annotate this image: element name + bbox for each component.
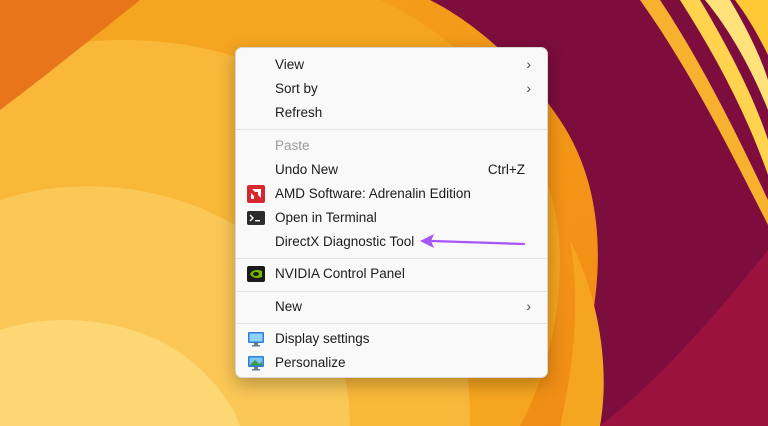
menu-separator xyxy=(236,129,547,130)
menu-item-label: DirectX Diagnostic Tool xyxy=(275,234,415,249)
menu-item-label: Open in Terminal xyxy=(275,210,377,225)
menu-separator xyxy=(236,258,547,259)
nvidia-logo-icon xyxy=(247,266,265,282)
personalize-icon xyxy=(248,356,264,371)
menu-item-undo-new[interactable]: Undo New Ctrl+Z xyxy=(240,158,543,182)
menu-item-label: Personalize xyxy=(275,355,346,370)
menu-separator xyxy=(236,323,547,324)
monitor-icon xyxy=(248,332,264,347)
menu-item-refresh[interactable]: Refresh xyxy=(240,101,543,125)
menu-item-amd-software[interactable]: AMD Software: Adrenalin Edition xyxy=(240,182,543,206)
menu-item-nvidia-control-panel[interactable]: NVIDIA Control Panel xyxy=(240,262,543,286)
menu-separator xyxy=(236,291,547,292)
menu-item-label: NVIDIA Control Panel xyxy=(275,266,405,281)
menu-item-label: Undo New xyxy=(275,162,339,177)
shortcut-text: Ctrl+Z xyxy=(487,162,525,177)
chevron-right-icon: › xyxy=(526,80,531,96)
menu-item-label: Refresh xyxy=(275,105,323,120)
menu-item-new[interactable]: New › xyxy=(240,295,543,319)
menu-item-sort-by[interactable]: Sort by › xyxy=(240,77,543,101)
menu-item-label: AMD Software: Adrenalin Edition xyxy=(275,186,471,201)
terminal-icon xyxy=(247,211,265,225)
chevron-right-icon: › xyxy=(526,298,531,314)
menu-item-display-settings[interactable]: Display settings xyxy=(240,327,543,351)
amd-logo-icon xyxy=(247,185,265,203)
menu-item-label: New xyxy=(275,299,303,314)
menu-item-label: Display settings xyxy=(275,331,370,346)
menu-item-view[interactable]: View › xyxy=(240,53,543,77)
menu-item-open-terminal[interactable]: Open in Terminal xyxy=(240,206,543,230)
menu-item-label: View xyxy=(275,57,305,72)
menu-item-paste: Paste xyxy=(240,134,543,158)
menu-item-personalize[interactable]: Personalize xyxy=(240,351,543,375)
annotation-arrow xyxy=(420,234,526,248)
menu-item-label: Sort by xyxy=(275,81,318,96)
context-menu: View › Sort by › Refresh Paste Undo New … xyxy=(235,47,548,378)
menu-item-label: Paste xyxy=(275,138,310,153)
chevron-right-icon: › xyxy=(526,56,531,72)
